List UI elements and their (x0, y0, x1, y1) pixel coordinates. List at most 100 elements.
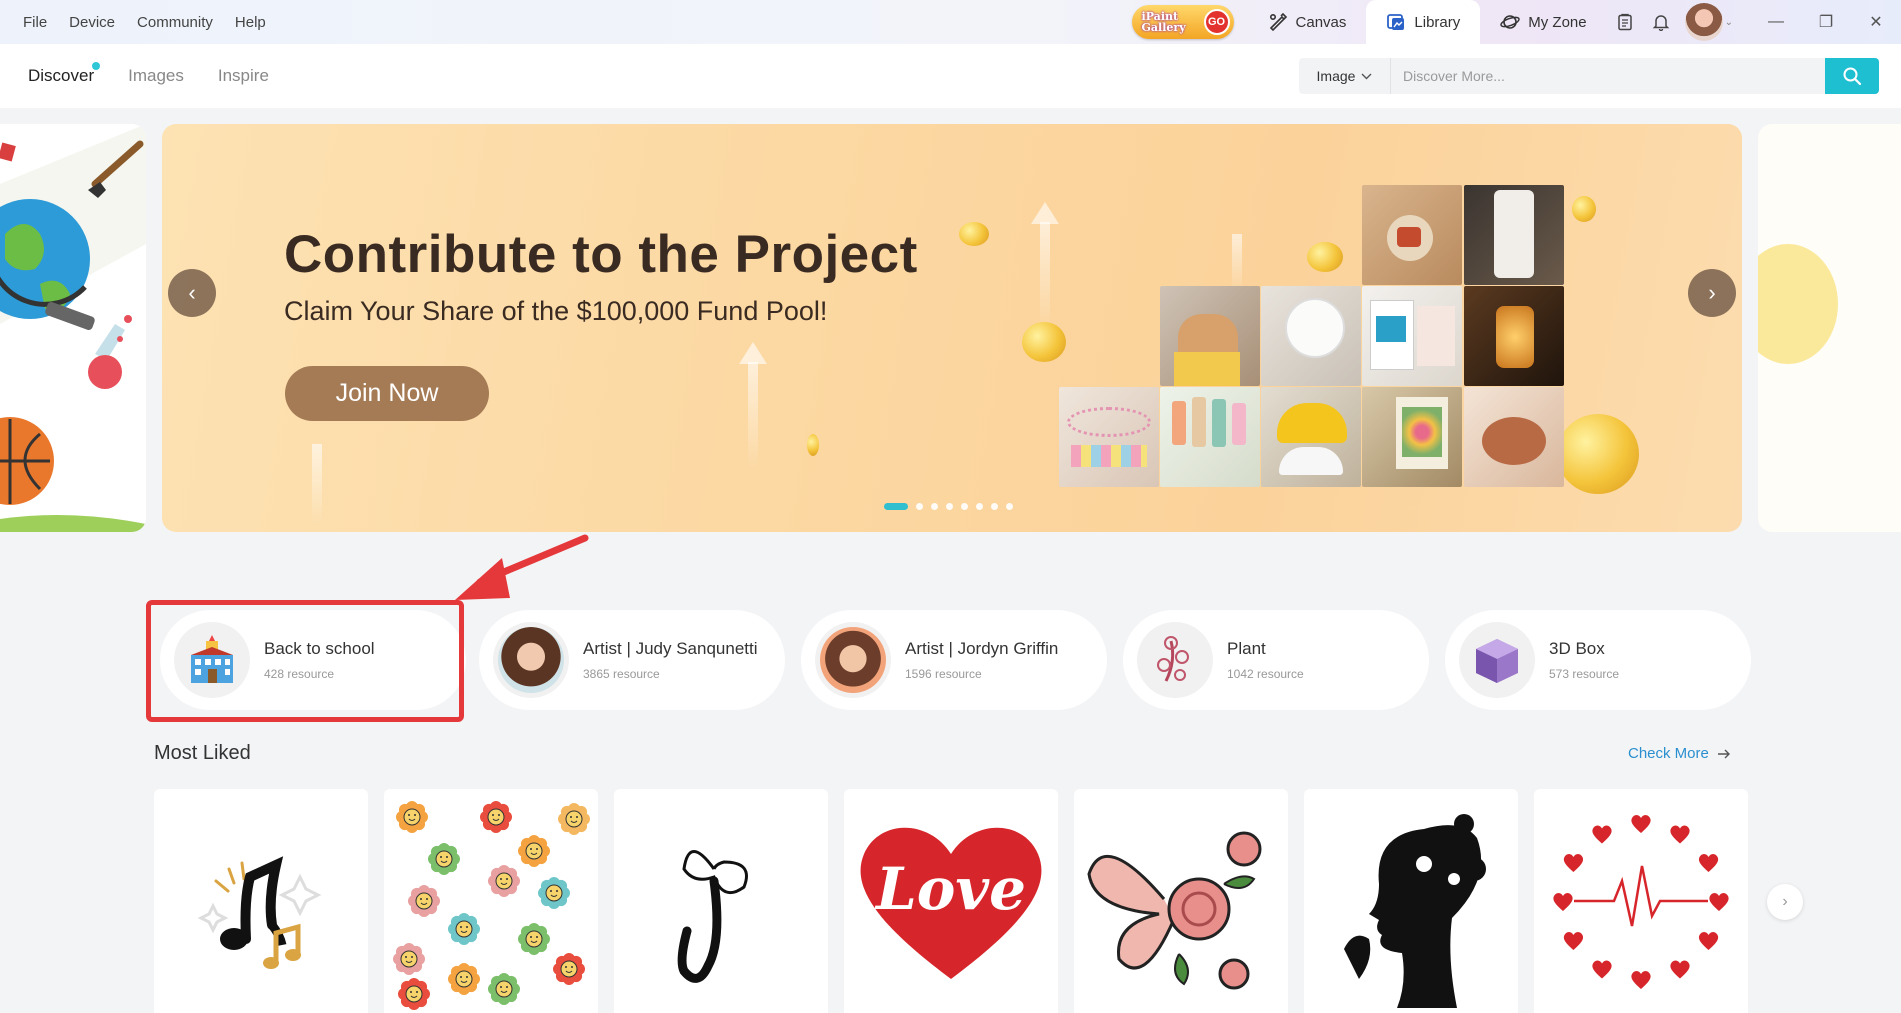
cube-box-icon (1459, 622, 1535, 698)
decor-arrow (748, 362, 758, 472)
minimize-button[interactable]: — (1751, 0, 1801, 44)
bell-icon[interactable] (1643, 0, 1679, 44)
banner-pagination (884, 503, 1013, 510)
category-chip[interactable]: Plant 1042 resource (1123, 610, 1429, 710)
section-title: Most Liked (154, 742, 251, 764)
clipboard-icon[interactable] (1607, 0, 1643, 44)
join-now-button[interactable]: Join Now (285, 366, 489, 421)
card-music-notes[interactable] (154, 789, 368, 1013)
coin-decor (1307, 242, 1343, 272)
pagination-dot[interactable] (976, 503, 983, 510)
decor-arrow (1232, 234, 1242, 294)
sun-decor (1758, 244, 1838, 364)
banner-subtitle: Claim Your Share of the $100,000 Fund Po… (284, 296, 828, 326)
gallery-tile (1261, 286, 1361, 386)
banner-prev-button[interactable]: ‹ (168, 269, 216, 317)
category-count: 1596 resource (905, 667, 982, 681)
school-supplies-illustration (0, 124, 146, 532)
chevron-down-icon[interactable]: ⌄ (1725, 17, 1733, 28)
card-floral-silhouette[interactable] (1304, 789, 1518, 1013)
gallery-tile (1464, 185, 1564, 285)
gallery-logo: iPaint Gallery (1141, 10, 1186, 34)
gallery-tile (1059, 387, 1159, 487)
canvas-icon (1269, 12, 1287, 32)
tab-canvas-label: Canvas (1295, 13, 1347, 31)
planet-icon (1500, 15, 1520, 29)
menu-community[interactable]: Community (126, 14, 224, 31)
card-butterfly-j[interactable] (614, 789, 828, 1013)
card-heartbeat-hearts[interactable] (1534, 789, 1748, 1013)
category-name: 3D Box (1549, 639, 1605, 658)
smiley-flowers-pattern (393, 801, 590, 1010)
tab-canvas[interactable]: Canvas (1248, 0, 1367, 44)
pagination-dot[interactable] (931, 503, 938, 510)
tab-myzone-label: My Zone (1528, 13, 1587, 31)
decor-arrow-head (739, 342, 767, 364)
go-badge: GO (1203, 9, 1230, 35)
gallery-tile (1464, 286, 1564, 386)
check-more-link[interactable]: Check More (1628, 745, 1731, 762)
next-banner-preview[interactable] (1758, 124, 1901, 532)
arrow-right-icon (1717, 749, 1730, 758)
category-name: Artist | Jordyn Griffin (905, 639, 1059, 658)
promo-banner[interactable]: Contribute to the Project Claim Your Sha… (162, 124, 1742, 532)
tab-discover[interactable]: Discover (28, 62, 101, 86)
chevron-down-icon (1361, 73, 1372, 79)
category-chip[interactable]: 3D Box 573 resource (1445, 610, 1751, 710)
tab-myzone[interactable]: My Zone (1480, 0, 1606, 44)
love-heart-icon: Love (860, 827, 1042, 979)
heartbeat-hearts-icon (1553, 815, 1729, 989)
restore-button[interactable]: ❐ (1801, 0, 1851, 44)
previous-banner-preview[interactable] (0, 124, 146, 532)
category-count: 573 resource (1549, 667, 1620, 681)
category-name: Plant (1227, 639, 1266, 658)
gallery-tile (1362, 286, 1462, 386)
tab-library-label: Library (1414, 13, 1461, 31)
card-butterfly-roses[interactable] (1074, 789, 1288, 1013)
category-name: Artist | Judy Sanqunetti (583, 639, 758, 658)
search-button[interactable] (1825, 58, 1879, 94)
menu-bar: File Device Community Help (12, 14, 277, 31)
artist-avatar (493, 622, 569, 698)
coin-decor (1022, 322, 1066, 362)
check-more-label: Check More (1628, 745, 1709, 762)
search-type-select[interactable]: Image (1299, 58, 1391, 94)
gallery-tile (1464, 387, 1564, 487)
pagination-dot[interactable] (916, 503, 923, 510)
search-input[interactable] (1391, 58, 1825, 94)
menu-file[interactable]: File (12, 14, 58, 31)
tab-inspire[interactable]: Inspire (218, 66, 269, 86)
card-smiley-flowers[interactable] (384, 789, 598, 1013)
category-count: 3865 resource (583, 667, 660, 681)
category-chip[interactable]: Artist | Jordyn Griffin 1596 resource (801, 610, 1107, 710)
category-count: 1042 resource (1227, 667, 1304, 681)
tab-library[interactable]: Library (1366, 0, 1481, 44)
music-notes-icon (197, 856, 322, 969)
floral-icon (1137, 622, 1213, 698)
pagination-dot[interactable] (961, 503, 968, 510)
title-bar: File Device Community Help iPaint Gallery… (0, 0, 1901, 44)
card-love-heart[interactable]: Love (844, 789, 1058, 1013)
user-avatar[interactable] (1684, 3, 1723, 41)
close-button[interactable]: ✕ (1851, 0, 1901, 44)
banner-next-button[interactable]: › (1688, 269, 1736, 317)
pagination-dot[interactable] (884, 503, 908, 510)
pagination-dot[interactable] (946, 503, 953, 510)
library-icon (1387, 14, 1405, 30)
coin-decor (1572, 196, 1596, 222)
banner-title: Contribute to the Project (284, 225, 918, 284)
sub-navigation: Discover Images Inspire Image (0, 44, 1901, 108)
topbar-right: iPaint Gallery GO Canvas Library My Zone … (1131, 0, 1901, 44)
butterfly-letter-icon (677, 850, 748, 983)
tab-images[interactable]: Images (128, 66, 184, 86)
menu-device[interactable]: Device (58, 14, 126, 31)
search-type-label: Image (1316, 68, 1356, 84)
category-chip[interactable]: Artist | Judy Sanqunetti 3865 resource (479, 610, 785, 710)
coin-decor (1557, 414, 1639, 494)
pagination-dot[interactable] (991, 503, 998, 510)
gallery-tile (1362, 387, 1462, 487)
cards-next-button[interactable]: › (1767, 884, 1803, 920)
ipaint-gallery-button[interactable]: iPaint Gallery GO (1131, 5, 1234, 39)
pagination-dot[interactable] (1006, 503, 1013, 510)
menu-help[interactable]: Help (224, 14, 277, 31)
